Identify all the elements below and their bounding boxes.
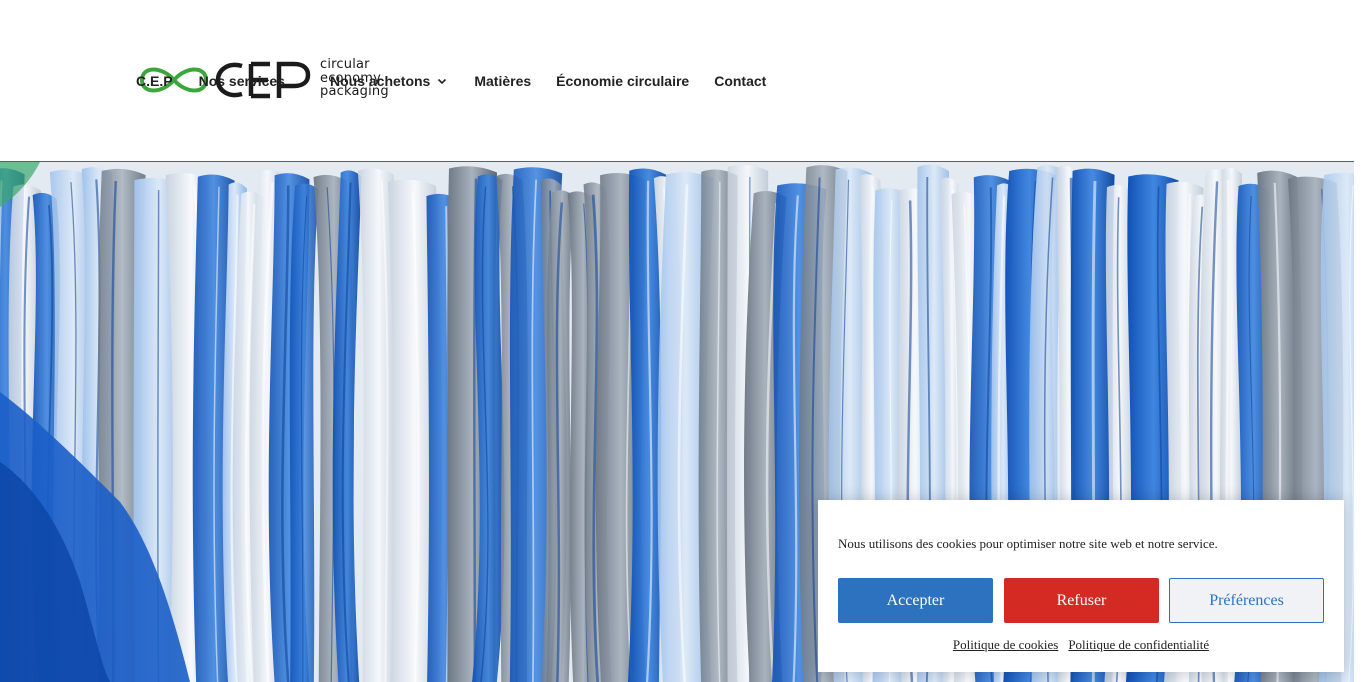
nav-item-label: Économie circulaire (556, 73, 690, 89)
nav-item-label: Matières (474, 73, 532, 89)
nav-item-label: Nous achetons (329, 73, 431, 89)
cookie-policy-links: Politique de cookies Politique de confid… (818, 637, 1344, 653)
nav-item-nos-services[interactable]: Nos services (199, 73, 285, 89)
refuse-cookies-button[interactable]: Refuser (1004, 578, 1159, 623)
nav-item-cep[interactable]: C.E.P (136, 73, 173, 89)
nav-item-label: C.E.P (136, 73, 173, 89)
site-header: circular economy packaging C.E.P Nos ser… (0, 0, 1354, 162)
cookie-message: Nous utilisons des cookies pour optimise… (838, 536, 1218, 551)
privacy-policy-link[interactable]: Politique de confidentialité (1068, 637, 1209, 653)
nav-item-contact[interactable]: Contact (714, 73, 766, 89)
nav-item-label: Nos services (198, 73, 285, 89)
cookie-banner: Nous utilisons des cookies pour optimise… (818, 500, 1344, 672)
nav-item-economie-circulaire[interactable]: Économie circulaire (556, 73, 689, 89)
chevron-down-icon (438, 78, 447, 85)
nav-item-matieres[interactable]: Matières (474, 73, 531, 89)
logo-line-1: circular (320, 57, 370, 72)
scrollbar-track[interactable] (1354, 0, 1366, 682)
cookie-policy-link[interactable]: Politique de cookies (953, 637, 1058, 653)
nav-item-nous-achetons[interactable]: Nous achetons (330, 73, 447, 89)
nav-item-label: Contact (714, 73, 767, 89)
cookie-preferences-button[interactable]: Préférences (1169, 578, 1324, 623)
page: circular economy packaging C.E.P Nos ser… (0, 0, 1366, 682)
accept-cookies-button[interactable]: Accepter (838, 578, 993, 623)
main-nav: C.E.P Nos services Nous achetons Matière… (136, 71, 791, 91)
